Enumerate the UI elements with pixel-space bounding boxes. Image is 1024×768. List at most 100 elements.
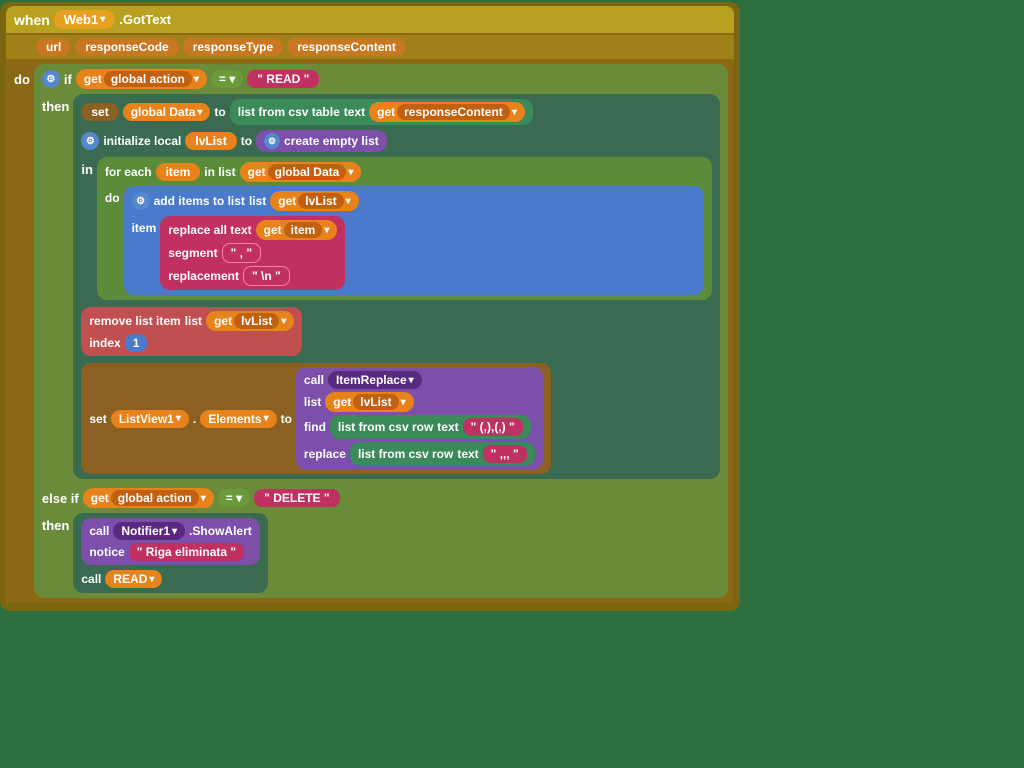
web1-pill[interactable]: Web1 ▾ — [54, 10, 115, 29]
create-empty-list-label: create empty list — [284, 134, 379, 148]
gear-add[interactable]: ⚙ — [132, 192, 150, 210]
gear-if[interactable]: ⚙ — [42, 70, 60, 88]
get-dropdown-1[interactable]: ▾ — [194, 74, 199, 85]
create-empty-list-block[interactable]: ⚙ create empty list — [256, 130, 387, 152]
if-label: if — [64, 72, 72, 87]
do-inner-row: do ⚙ add items to list list — [105, 186, 704, 295]
list-kw-2: list — [185, 314, 202, 328]
call-notifier-row: call Notifier1 ▾ .ShowAlert — [89, 522, 251, 540]
in-list-label: in list — [204, 165, 235, 179]
call-item-replace-block: call ItemReplace ▾ list — [296, 367, 543, 470]
notice-label: notice — [89, 545, 124, 559]
item-replace-pill[interactable]: ItemReplace ▾ — [328, 371, 422, 389]
get-response-content-pill[interactable]: get responseContent ▾ — [369, 102, 525, 122]
list-from-csv-row-replace: list from csv row text " ,,, " — [350, 442, 535, 466]
segment-row: segment " , " — [168, 243, 337, 263]
replacement-label: replacement — [168, 269, 239, 283]
for-each-label: for each — [105, 165, 152, 179]
index-value: 1 — [125, 334, 148, 352]
list-label-call: list — [304, 395, 321, 409]
web1-label: Web1 — [64, 12, 98, 27]
then-label: then — [42, 99, 69, 114]
else-then-section: then call Notifier1 ▾ .ShowAlert — [42, 513, 720, 593]
get-global-action-pill[interactable]: get global action ▾ — [76, 69, 207, 89]
params-row: url responseCode responseType responseCo… — [6, 35, 734, 59]
call-read-row: call READ ▾ — [81, 570, 259, 588]
comma-string: " , " — [222, 243, 261, 263]
set-listview-block: set ListView1 ▾ . Elements ▾ — [81, 363, 550, 474]
when-row: when Web1 ▾ .GotText — [6, 6, 734, 35]
replacement-row: replacement " \n " — [168, 266, 337, 286]
index-row: index 1 — [89, 334, 294, 352]
remove-main-row: remove list item list get lvList ▾ — [89, 311, 294, 331]
get-lvlist-pill-1[interactable]: get lvList ▾ — [270, 191, 358, 211]
response-type-pill: responseType — [183, 38, 283, 56]
remove-list-item-label: remove list item — [89, 314, 180, 328]
lvlist-pill: lvList — [185, 132, 236, 150]
in-label: in — [81, 162, 93, 177]
equals-pill-2[interactable]: = ▾ — [218, 489, 250, 507]
get-global-data-pill[interactable]: get global Data ▾ — [240, 162, 362, 182]
find-string: " (,),(,) " — [463, 418, 523, 436]
else-then-label: then — [42, 518, 69, 533]
response-content-pill: responseContent — [287, 38, 406, 56]
add-items-row: ⚙ add items to list list get lvList ▾ — [132, 191, 696, 211]
else-then-inner: call Notifier1 ▾ .ShowAlert notice " — [73, 513, 267, 593]
delete-string: " DELETE " — [254, 489, 339, 507]
call-header-row: call ItemReplace ▾ — [304, 371, 535, 389]
set-pill[interactable]: set — [81, 103, 118, 121]
equals-pill-1[interactable]: = ▾ — [211, 70, 243, 88]
newline-string: " \n " — [243, 266, 290, 286]
index-label: index — [89, 336, 120, 350]
replace-label: replace — [304, 447, 346, 461]
get-global-action-pill-2[interactable]: get global action ▾ — [83, 488, 214, 508]
get-label-1: get — [84, 72, 102, 86]
global-data-pill[interactable]: global Data ▾ — [123, 103, 211, 121]
for-each-block: for each item in list get global Data ▾ — [97, 157, 712, 300]
then-section: then set global Data ▾ to lis — [42, 94, 720, 479]
get-lvlist-pill-2[interactable]: get lvList ▾ — [206, 311, 294, 331]
riga-eliminata-string: " Riga eliminata " — [129, 543, 244, 561]
do-inner-block: ⚙ add items to list list get lvList ▾ — [124, 186, 704, 295]
get-lvlist-pill-3[interactable]: get lvList ▾ — [325, 392, 413, 412]
got-text-label: .GotText — [119, 12, 171, 27]
read-pill[interactable]: READ ▾ — [105, 570, 162, 588]
list-from-csv-table-label: list from csv table — [238, 105, 340, 119]
call-find-row: find list from csv row text " (,),(,) " — [304, 415, 535, 439]
if-row: ⚙ if get global action ▾ = ▾ " READ " — [42, 69, 720, 89]
set-global-data-row: set global Data ▾ to list from csv table… — [81, 99, 711, 125]
response-code-pill: responseCode — [75, 38, 178, 56]
read-string: " READ " — [247, 70, 319, 88]
item-kw-label: item — [132, 221, 157, 235]
global-action-inner[interactable]: global action — [104, 71, 192, 87]
url-pill: url — [36, 38, 71, 56]
when-label: when — [14, 12, 50, 28]
replace-header-row: replace all text get item ▾ — [168, 220, 337, 240]
notifier1-pill[interactable]: Notifier1 ▾ — [113, 522, 185, 540]
get-item-pill[interactable]: get item ▾ — [256, 220, 338, 240]
elements-pill[interactable]: Elements ▾ — [200, 410, 276, 428]
then-inner-block: set global Data ▾ to list from csv table… — [73, 94, 719, 479]
if-block: ⚙ if get global action ▾ = ▾ " READ " th… — [34, 64, 728, 598]
dot-label: . — [193, 412, 196, 426]
main-canvas: when Web1 ▾ .GotText url responseCode re… — [0, 0, 1024, 768]
replace-all-text-block: replace all text get item ▾ — [160, 216, 345, 290]
list-from-csv-table-block: list from csv table text get responseCon… — [230, 99, 533, 125]
gear-init[interactable]: ⚙ — [81, 132, 99, 150]
remove-list-block: remove list item list get lvList ▾ — [81, 307, 302, 356]
list-kw-1: list — [249, 194, 266, 208]
call-label-3: call — [81, 572, 101, 586]
gear-empty: ⚙ — [264, 133, 280, 149]
set-listview-row: set ListView1 ▾ . Elements ▾ — [81, 363, 711, 474]
to-label-1: to — [214, 105, 225, 119]
listview1-pill[interactable]: ListView1 ▾ — [111, 410, 189, 428]
web1-dropdown-icon[interactable]: ▾ — [100, 14, 105, 25]
to-label-2: to — [241, 134, 252, 148]
replace-string: " ,,, " — [483, 445, 527, 463]
for-each-row: for each item in list get global Data ▾ — [105, 162, 704, 182]
notice-row: notice " Riga eliminata " — [89, 543, 251, 561]
set-label-2: set — [89, 412, 106, 426]
call-label-1: call — [304, 373, 324, 387]
item-replace-row: item replace all text — [132, 216, 696, 290]
else-if-label: else if — [42, 491, 79, 506]
